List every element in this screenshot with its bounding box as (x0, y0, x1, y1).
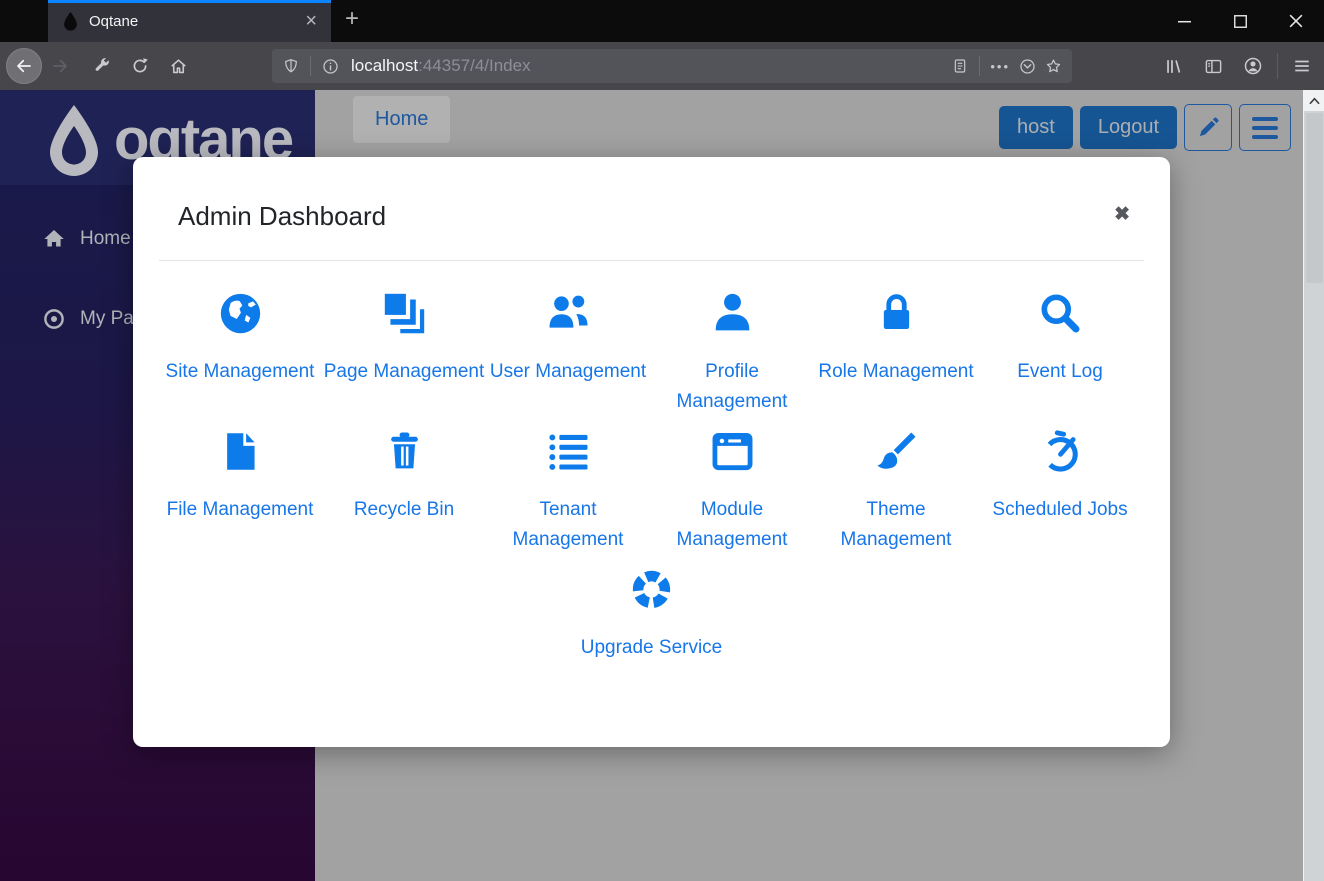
url-text[interactable]: localhost:44357/4/Index (351, 56, 947, 76)
tile-file-management[interactable]: File Management (158, 429, 322, 555)
modal-title: Admin Dashboard (178, 201, 1125, 232)
tile-role-management[interactable]: Role Management (814, 291, 978, 417)
tile-scheduled-jobs[interactable]: Scheduled Jobs (978, 429, 1142, 555)
sidebar-item-label: Home (80, 228, 131, 250)
trash-icon (382, 429, 427, 474)
home-icon (42, 227, 66, 251)
tracking-shield-icon[interactable] (278, 53, 304, 79)
droplet-icon (62, 11, 79, 31)
tile-label: Site Management (166, 357, 315, 387)
tab-close-icon[interactable]: × (301, 11, 321, 31)
pocket-icon[interactable] (1014, 53, 1040, 79)
wrench-icon[interactable] (86, 50, 118, 82)
reload-button[interactable] (124, 50, 156, 82)
account-icon[interactable] (1237, 50, 1269, 82)
people-icon (546, 291, 591, 336)
tile-user-management[interactable]: User Management (486, 291, 650, 417)
browser-toolbar: localhost:44357/4/Index ••• (0, 42, 1324, 90)
menu-hamburger-icon[interactable] (1286, 50, 1318, 82)
url-path: :44357/4/Index (418, 56, 530, 75)
tile-label: User Management (490, 357, 646, 387)
layers-icon (382, 291, 427, 336)
tile-event-log[interactable]: Event Log (978, 291, 1142, 417)
browser-tab[interactable]: Oqtane × (48, 0, 331, 42)
page-scrollbar[interactable] (1303, 90, 1324, 881)
tile-label: Recycle Bin (354, 495, 454, 525)
bookmark-star-icon[interactable] (1040, 53, 1066, 79)
globe-icon (218, 291, 263, 336)
scrollbar-thumb[interactable] (1306, 113, 1323, 283)
tile-module-management[interactable]: Module Management (650, 429, 814, 555)
browser-window-icon (710, 429, 755, 474)
tile-label: Role Management (818, 357, 973, 387)
maximize-button[interactable] (1212, 0, 1268, 42)
timer-icon (1038, 429, 1083, 474)
forward-button[interactable] (44, 50, 76, 82)
tile-tenant-management[interactable]: Tenant Management (486, 429, 650, 555)
tile-label: Module Management (650, 495, 814, 555)
tile-label: File Management (167, 495, 314, 525)
tile-page-management[interactable]: Page Management (322, 291, 486, 417)
tile-label: Theme Management (814, 495, 978, 555)
aperture-icon (629, 567, 674, 612)
lock-icon (874, 291, 919, 336)
file-icon (218, 429, 263, 474)
home-button[interactable] (162, 50, 194, 82)
address-bar[interactable]: localhost:44357/4/Index ••• (272, 49, 1072, 83)
library-icon[interactable] (1157, 50, 1189, 82)
target-icon (42, 307, 66, 331)
tile-label: Scheduled Jobs (992, 495, 1127, 525)
person-icon (710, 291, 755, 336)
page-viewport: oqtane Home My Pages Home host (0, 90, 1324, 881)
tile-label: Upgrade Service (581, 633, 723, 663)
scroll-up-button[interactable] (1304, 90, 1324, 111)
site-info-icon[interactable] (317, 53, 343, 79)
brush-icon (874, 429, 919, 474)
tile-profile-management[interactable]: Profile Management (650, 291, 814, 417)
close-window-button[interactable] (1268, 0, 1324, 42)
browser-window: Oqtane × + (0, 0, 1324, 881)
tile-label: Event Log (1017, 357, 1103, 387)
back-button[interactable] (6, 48, 42, 84)
sidebars-icon[interactable] (1197, 50, 1229, 82)
browser-titlebar: Oqtane × + (0, 0, 1324, 42)
url-host: localhost (351, 56, 418, 75)
tile-upgrade-service[interactable]: Upgrade Service (570, 567, 734, 663)
oqtane-droplet-icon (42, 103, 106, 179)
tile-label: Profile Management (650, 357, 814, 417)
tab-title: Oqtane (89, 13, 301, 30)
tile-label: Tenant Management (486, 495, 650, 555)
page-actions-icon[interactable]: ••• (986, 59, 1014, 74)
tile-theme-management[interactable]: Theme Management (814, 429, 978, 555)
admin-dashboard-modal: Admin Dashboard ✖ Site Management (133, 157, 1170, 747)
magnifying-glass-icon (1038, 291, 1083, 336)
minimize-button[interactable] (1156, 0, 1212, 42)
new-tab-button[interactable]: + (331, 0, 373, 42)
list-icon (546, 429, 591, 474)
reader-mode-icon[interactable] (947, 53, 973, 79)
tile-label: Page Management (324, 357, 485, 387)
active-tab-stripe (48, 0, 331, 3)
tile-recycle-bin[interactable]: Recycle Bin (322, 429, 486, 555)
modal-close-icon[interactable]: ✖ (1114, 203, 1130, 226)
tile-site-management[interactable]: Site Management (158, 291, 322, 417)
